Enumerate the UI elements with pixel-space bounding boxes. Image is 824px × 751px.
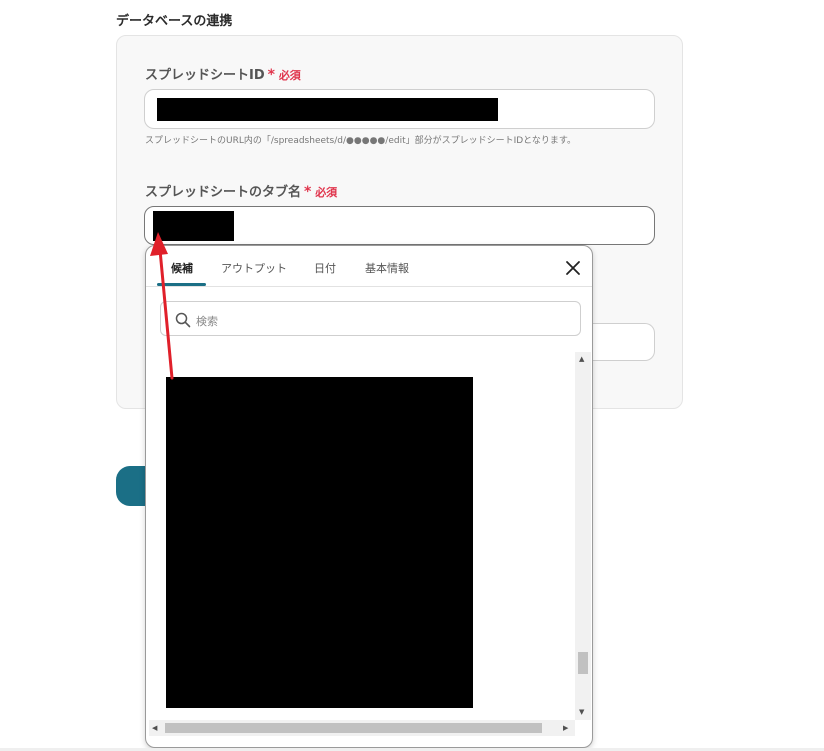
required-text: 必須 [315, 186, 338, 199]
scroll-left-icon[interactable]: ◀ [152, 724, 157, 732]
tab-output[interactable]: アウトプット [221, 260, 287, 276]
tab-basic-info[interactable]: 基本情報 [365, 260, 409, 276]
active-tab-indicator [157, 283, 206, 286]
tab-name-label-text: スプレッドシートのタブ名 [145, 185, 302, 200]
tab-date[interactable]: 日付 [314, 260, 336, 276]
asterisk-icon: * [304, 184, 312, 200]
popup-tabs: 候補 アウトプット 日付 基本情報 [146, 246, 592, 287]
search-placeholder: 検索 [196, 315, 218, 328]
required-text: 必須 [278, 69, 301, 82]
tab-name-label: スプレッドシートのタブ名 * 必須 [145, 181, 337, 200]
tab-candidates[interactable]: 候補 [171, 260, 193, 276]
candidate-list[interactable] [166, 377, 473, 708]
sheet-id-label: スプレッドシートID * 必須 [145, 64, 301, 83]
sheet-id-input[interactable] [144, 89, 655, 129]
scroll-right-icon[interactable]: ▶ [563, 724, 568, 732]
redacted-value [157, 98, 498, 121]
asterisk-icon: * [267, 67, 275, 83]
horizontal-scroll-thumb[interactable] [165, 723, 542, 733]
scroll-down-icon[interactable]: ▼ [579, 708, 584, 716]
horizontal-scrollbar[interactable]: ◀ ▶ [149, 720, 575, 736]
vertical-scroll-thumb[interactable] [578, 652, 588, 674]
sheet-id-hint: スプレッドシートのURL内の「/spreadsheets/d/●●●●●/edi… [145, 136, 577, 146]
redacted-value [153, 211, 234, 241]
close-icon[interactable] [564, 259, 582, 277]
section-title: データベースの連携 [116, 14, 233, 29]
vertical-scrollbar[interactable]: ▲ ▼ [575, 352, 591, 720]
scroll-up-icon[interactable]: ▲ [579, 355, 584, 363]
search-input[interactable]: 検索 [160, 301, 581, 336]
suggestion-popup: 候補 アウトプット 日付 基本情報 検索 ▲ ▼ ◀ ▶ [145, 245, 593, 748]
required-marker: * 必須 [304, 184, 338, 200]
required-marker: * 必須 [267, 67, 301, 83]
sheet-id-label-text: スプレッドシートID [145, 68, 265, 83]
search-icon [175, 312, 191, 328]
tab-name-input[interactable] [144, 206, 655, 245]
